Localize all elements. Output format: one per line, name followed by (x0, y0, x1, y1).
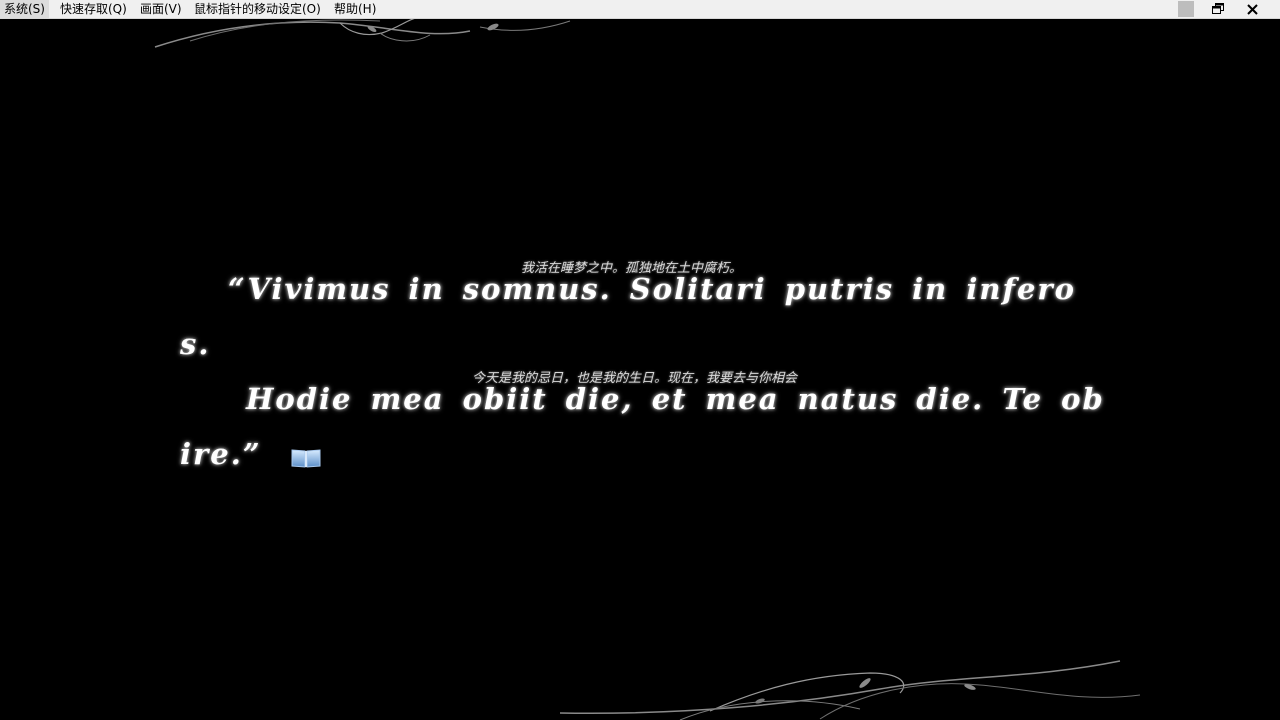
minimize-button[interactable] (1172, 0, 1200, 18)
menu-quick-save[interactable]: 快速存取(Q) (56, 0, 131, 18)
top-ornament (154, 19, 571, 48)
menu-system[interactable]: 系统(S) (0, 0, 49, 18)
menu-screen[interactable]: 画面(V) (136, 0, 186, 18)
close-button[interactable] (1238, 0, 1266, 18)
menu-help[interactable]: 帮助(H) (330, 0, 380, 18)
game-screen[interactable]: 我活在睡梦之中。孤独地在土中腐朽。 “Vivimus in somnus. So… (0, 19, 1280, 720)
dialogue-line-2: s. (180, 327, 211, 361)
dialogue-line-1: “Vivimus in somnus. Solitari putris in i… (228, 272, 1077, 306)
bottom-ornament (560, 660, 1141, 720)
restore-icon (1212, 3, 1224, 14)
minimize-icon (1178, 1, 1194, 17)
restore-button[interactable] (1204, 0, 1232, 18)
dialogue-line-3: Hodie mea obiit die, et mea natus die. T… (246, 382, 1105, 416)
menu-mouse-settings[interactable]: 鼠标指针的移动设定(O) (190, 0, 325, 18)
close-icon (1246, 3, 1258, 15)
dialogue-line-4: ire.” (180, 437, 262, 471)
book-icon[interactable] (290, 447, 322, 469)
menu-bar: 系统(S) 快速存取(Q) 画面(V) 鼠标指针的移动设定(O) 帮助(H) (0, 0, 1280, 19)
